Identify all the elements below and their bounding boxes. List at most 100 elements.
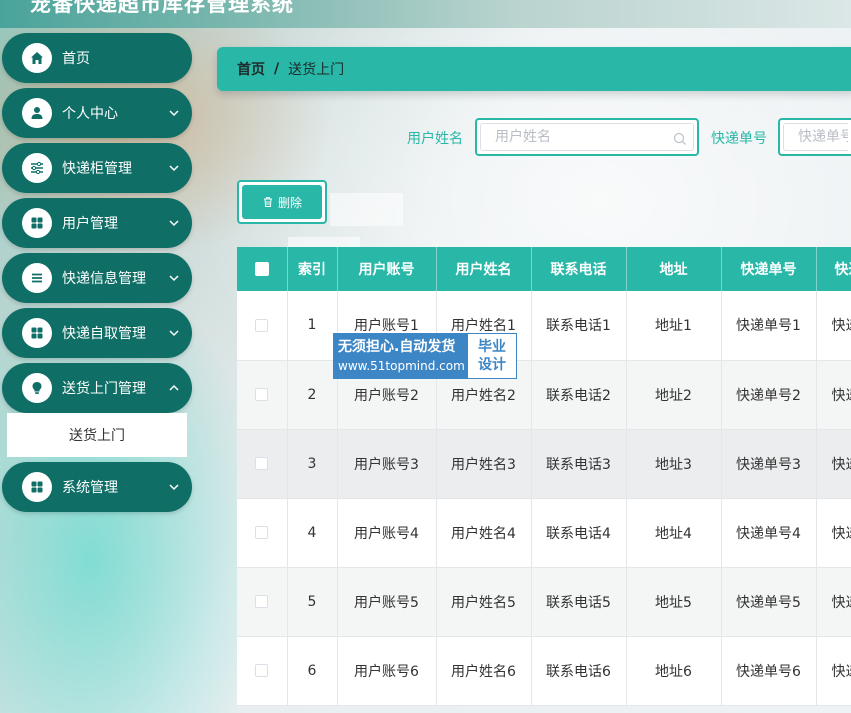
row-checkbox[interactable] xyxy=(255,318,269,332)
username-search-input[interactable] xyxy=(480,123,694,151)
delete-button-label: 删除 xyxy=(277,195,302,210)
watermark-url: www.51topmind.com xyxy=(338,359,465,373)
ghost-overlay xyxy=(330,193,403,226)
sidebar-item-label: 首页 xyxy=(62,51,90,67)
sidebar-item-label: 个人中心 xyxy=(62,106,118,122)
search-field-username xyxy=(475,118,699,156)
search-icon[interactable] xyxy=(673,132,687,146)
breadcrumb: 首页 / 送货上门 xyxy=(217,47,851,91)
table-cell: 4 xyxy=(287,498,338,568)
grid-icon xyxy=(22,472,52,502)
list-icon xyxy=(22,263,52,293)
column-header: 地址 xyxy=(626,247,722,291)
table-row[interactable]: 6 用户账号6 用户姓名6 联系电话6 地址6 快递单号6 快递 xyxy=(237,636,851,706)
table-cell: 地址6 xyxy=(626,636,722,706)
sidebar-item-system[interactable]: 系统管理 xyxy=(2,462,192,512)
sidebar-item-label: 快递自取管理 xyxy=(62,326,146,342)
table-cell: 快递单号5 xyxy=(721,567,817,637)
table-cell: 1 xyxy=(287,291,338,361)
column-header: 索引 xyxy=(287,247,338,291)
tracking-search-input[interactable] xyxy=(783,123,848,151)
user-icon xyxy=(22,98,52,128)
table-cell: 联系电话1 xyxy=(531,291,627,361)
sidebar: 首页 个人中心 快递柜管理 用户管理 快递信息管理 快递自取管理 送货上门管理 … xyxy=(0,28,200,713)
grid-icon xyxy=(22,208,52,238)
table-row[interactable]: 5 用户账号5 用户姓名5 联系电话5 地址5 快递单号5 快递 xyxy=(237,567,851,637)
table-cell: 用户账号5 xyxy=(337,567,437,637)
search-label-username: 用户姓名 xyxy=(407,131,463,147)
table-cell: 用户姓名6 xyxy=(436,636,532,706)
row-checkbox[interactable] xyxy=(255,664,269,677)
table-cell: 用户账号4 xyxy=(337,498,437,568)
table-cell: 快递 xyxy=(816,636,851,706)
trash-icon xyxy=(263,197,272,207)
table-cell: 地址4 xyxy=(626,498,722,568)
table-cell: 联系电话3 xyxy=(531,429,627,499)
table-cell: 6 xyxy=(287,636,338,706)
breadcrumb-separator: / xyxy=(274,61,280,77)
sidebar-item-label: 快递信息管理 xyxy=(62,271,146,287)
watermark-text: 设计 xyxy=(478,357,506,373)
search-label-tracking: 快递单号 xyxy=(711,131,767,147)
chevron-down-icon xyxy=(169,275,179,282)
watermark-text: 毕业 xyxy=(478,339,506,355)
row-checkbox[interactable] xyxy=(255,526,269,539)
sidebar-item-self-pickup[interactable]: 快递自取管理 xyxy=(2,308,192,358)
watermark-slogan: 无须担心.自动发货 xyxy=(338,339,456,355)
chevron-up-icon xyxy=(169,384,179,391)
top-bar: 宠番快递超市库存管理系统 xyxy=(0,0,851,28)
table-cell: 快递 xyxy=(816,498,851,568)
column-header: 联系电话 xyxy=(531,247,627,291)
chevron-down-icon xyxy=(169,165,179,172)
table-cell: 用户姓名3 xyxy=(436,429,532,499)
table-cell: 地址3 xyxy=(626,429,722,499)
table-cell: 地址1 xyxy=(626,291,722,361)
submenu-item-door-delivery[interactable]: 送货上门 xyxy=(7,413,187,457)
sidebar-item-delivery[interactable]: 送货上门管理 xyxy=(2,363,192,413)
breadcrumb-home[interactable]: 首页 xyxy=(237,59,265,79)
sidebar-item-home[interactable]: 首页 xyxy=(2,33,192,83)
table-row[interactable]: 3 用户账号3 用户姓名3 联系电话3 地址3 快递单号3 快递 xyxy=(237,429,851,499)
table-cell: 地址5 xyxy=(626,567,722,637)
watermark-badge: 无须担心.自动发货 www.51topmind.com 毕业 设计 xyxy=(333,333,517,379)
table-row[interactable]: 4 用户账号4 用户姓名4 联系电话4 地址4 快递单号4 快递 xyxy=(237,498,851,568)
table-cell: 用户账号3 xyxy=(337,429,437,499)
sidebar-item-label: 系统管理 xyxy=(62,480,118,496)
select-all-header xyxy=(237,247,288,291)
column-header: 用户姓名 xyxy=(436,247,532,291)
sidebar-item-label: 用户管理 xyxy=(62,216,118,232)
sidebar-item-label: 快递柜管理 xyxy=(62,161,132,177)
row-checkbox[interactable] xyxy=(255,457,269,470)
select-all-checkbox[interactable] xyxy=(254,262,269,276)
table-cell: 快递单号4 xyxy=(721,498,817,568)
table-cell: 快递单号6 xyxy=(721,636,817,706)
table-cell: 5 xyxy=(287,567,338,637)
table-cell: 联系电话2 xyxy=(531,360,627,430)
table-cell: 地址2 xyxy=(626,360,722,430)
sidebar-item-users[interactable]: 用户管理 xyxy=(2,198,192,248)
home-icon xyxy=(22,43,52,73)
table-header-row: 索引 用户账号 用户姓名 联系电话 地址 快递单号 快递 xyxy=(237,247,851,291)
row-checkbox[interactable] xyxy=(255,388,269,401)
row-checkbox[interactable] xyxy=(255,595,269,608)
table-row[interactable]: 1 用户账号1 用户姓名1 联系电话1 地址1 快递单号1 快递 xyxy=(237,291,851,361)
table-cell: 2 xyxy=(287,360,338,430)
table-cell: 联系电话4 xyxy=(531,498,627,568)
table-cell: 联系电话6 xyxy=(531,636,627,706)
table-cell: 联系电话5 xyxy=(531,567,627,637)
search-field-tracking xyxy=(778,118,851,156)
table-cell: 用户账号6 xyxy=(337,636,437,706)
column-header: 快递单号 xyxy=(721,247,817,291)
sidebar-item-locker[interactable]: 快递柜管理 xyxy=(2,143,192,193)
table-cell: 3 xyxy=(287,429,338,499)
table-cell: 快递单号2 xyxy=(721,360,817,430)
delete-button-frame: 删除 xyxy=(237,180,327,224)
table-row[interactable]: 2 用户账号2 用户姓名2 联系电话2 地址2 快递单号2 快递 xyxy=(237,360,851,430)
chevron-down-icon xyxy=(169,110,179,117)
sidebar-item-express-info[interactable]: 快递信息管理 xyxy=(2,253,192,303)
column-header: 快递 xyxy=(816,247,851,291)
sidebar-item-profile[interactable]: 个人中心 xyxy=(2,88,192,138)
table-cell: 快递 xyxy=(816,429,851,499)
delete-button[interactable]: 删除 xyxy=(242,185,322,219)
chevron-down-icon xyxy=(169,330,179,337)
